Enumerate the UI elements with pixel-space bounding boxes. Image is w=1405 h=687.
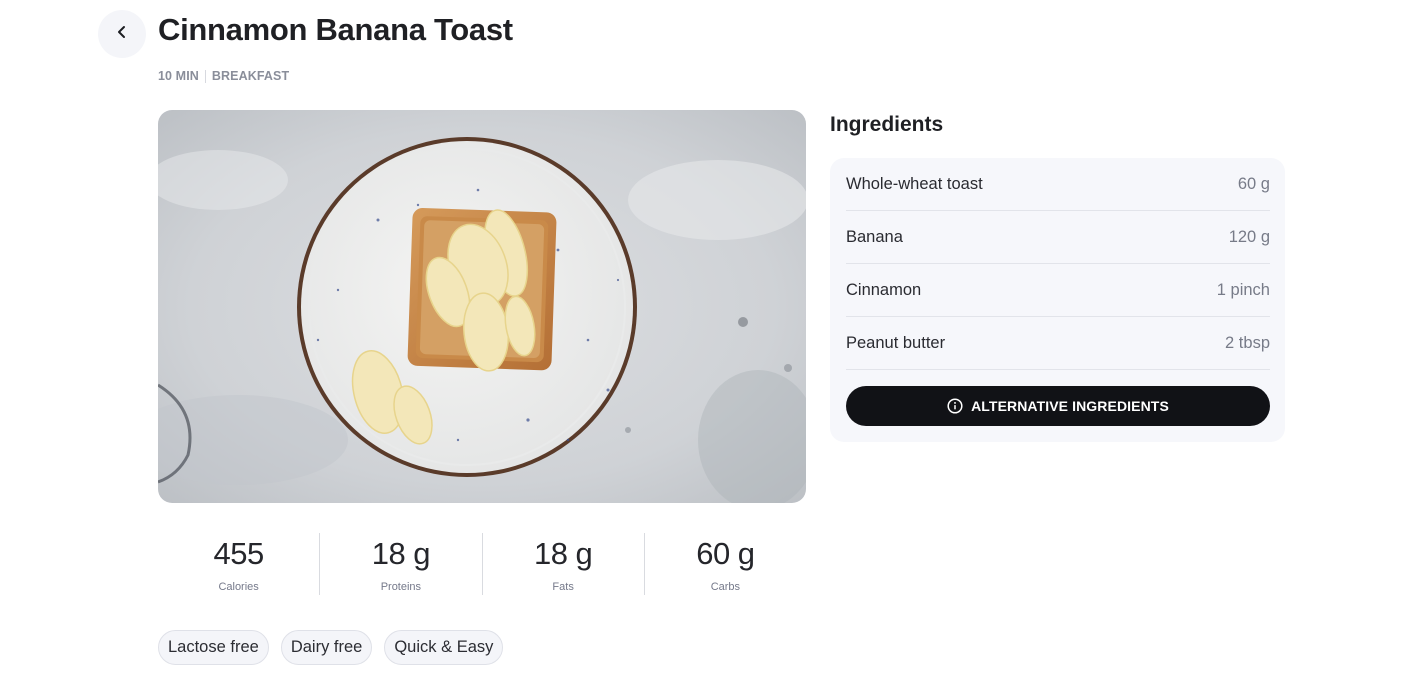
back-button[interactable] <box>98 10 146 58</box>
stat-fats: 18 g Fats <box>481 533 644 595</box>
recipe-duration: 10 MIN <box>158 69 199 83</box>
tag-lactose-free[interactable]: Lactose free <box>158 630 269 665</box>
tag-quick-easy[interactable]: Quick & Easy <box>384 630 504 665</box>
stat-label: Fats <box>552 581 574 593</box>
ingredient-name: Banana <box>846 227 903 246</box>
nutrition-stats: 455 Calories 18 g Proteins 18 g Fats 60 … <box>158 533 806 595</box>
recipe-page: Cinnamon Banana Toast 10 MIN BREAKFAST 4… <box>0 0 1405 687</box>
stat-value: 60 g <box>696 536 755 571</box>
stat-calories: 455 Calories <box>158 533 319 595</box>
ingredient-qty: 2 tbsp <box>1225 333 1270 352</box>
ingredient-name: Cinnamon <box>846 280 922 299</box>
ingredient-row: Cinnamon 1 pinch <box>846 264 1270 317</box>
recipe-meta: 10 MIN BREAKFAST <box>158 69 289 83</box>
ingredients-heading: Ingredients <box>830 113 944 136</box>
ingredient-name: Whole-wheat toast <box>846 174 983 193</box>
recipe-category: BREAKFAST <box>211 69 290 83</box>
recipe-photo <box>158 110 806 503</box>
stat-label: Calories <box>218 581 259 593</box>
ingredient-row: Peanut butter 2 tbsp <box>846 317 1270 370</box>
stat-label: Proteins <box>380 581 422 593</box>
stat-carbs: 60 g Carbs <box>643 533 806 595</box>
alternative-ingredients-button[interactable]: ALTERNATIVE INGREDIENTS <box>846 386 1270 426</box>
recipe-title: Cinnamon Banana Toast <box>158 12 513 47</box>
ingredients-card: Whole-wheat toast 60 g Banana 120 g Cinn… <box>830 158 1285 442</box>
info-icon <box>947 398 963 414</box>
ingredient-qty: 120 g <box>1228 227 1270 246</box>
meta-divider <box>204 69 206 83</box>
ingredient-row: Whole-wheat toast 60 g <box>846 158 1270 211</box>
chevron-left-icon <box>115 25 129 44</box>
ingredient-qty: 1 pinch <box>1216 280 1270 299</box>
stat-value: 18 g <box>371 536 431 571</box>
stat-proteins: 18 g Proteins <box>319 533 481 595</box>
stat-label: Carbs <box>710 581 741 593</box>
ingredient-row: Banana 120 g <box>846 211 1270 264</box>
ingredient-qty: 60 g <box>1237 174 1270 193</box>
alternative-ingredients-label: ALTERNATIVE INGREDIENTS <box>971 398 1169 414</box>
diet-tags: Lactose free Dairy free Quick & Easy <box>158 630 504 665</box>
ingredient-name: Peanut butter <box>846 333 946 352</box>
stat-value: 18 g <box>533 536 593 571</box>
stat-value: 455 <box>213 536 265 571</box>
tag-dairy-free[interactable]: Dairy free <box>280 630 373 665</box>
